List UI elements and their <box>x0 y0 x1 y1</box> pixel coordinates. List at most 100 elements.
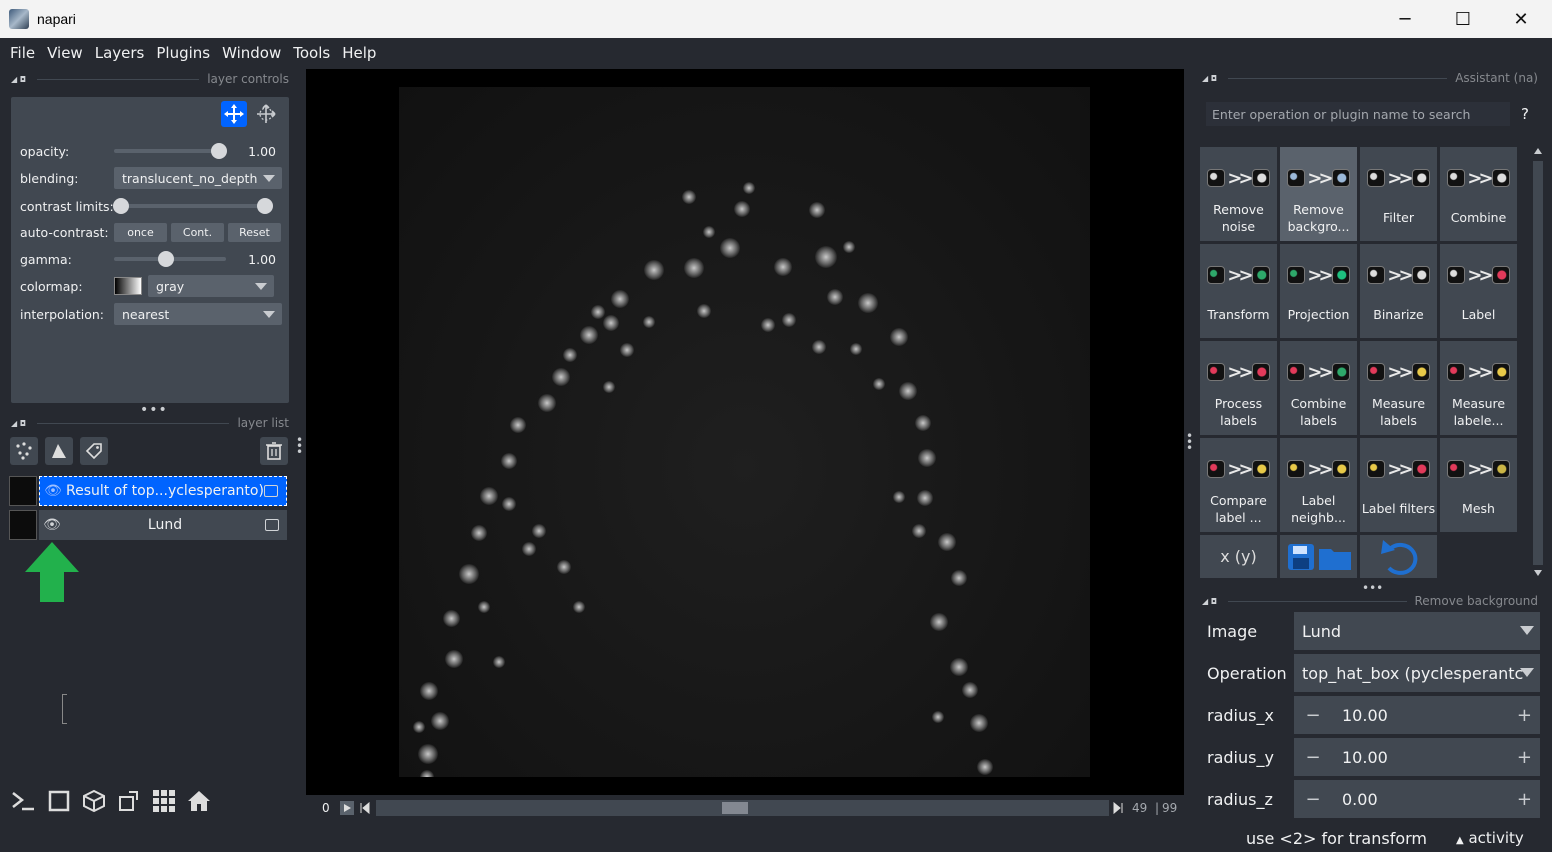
points-icon <box>16 442 32 460</box>
tile-remove-noise[interactable]: >> Remove noise <box>1200 147 1277 241</box>
tile-measure-labele[interactable]: >> Measure labele... <box>1440 341 1517 435</box>
dock-close-icon[interactable]: ◢ ◘ <box>11 75 29 84</box>
opacity-slider-handle[interactable] <box>211 143 227 159</box>
layer-item-lund[interactable]: 👁 Lund <box>9 510 287 540</box>
tile-measure-labels[interactable]: >> Measure labels <box>1360 341 1437 435</box>
auto-contrast-reset-button[interactable]: Reset <box>228 222 281 242</box>
radius-x-value[interactable]: 10.00 <box>1342 706 1388 725</box>
auto-contrast-once-button[interactable]: once <box>114 222 167 242</box>
contrast-limits-slider[interactable] <box>113 198 273 214</box>
step-back-icon[interactable] <box>358 801 372 815</box>
cell-nucleus <box>603 315 619 331</box>
tile-binarize[interactable]: >> Binarize <box>1360 244 1437 338</box>
tile-mesh[interactable]: >> Mesh <box>1440 438 1517 532</box>
colormap-dropdown[interactable]: gray <box>148 275 274 297</box>
dock-close-icon[interactable]: ◢ ◘ <box>11 419 29 428</box>
maximize-button[interactable]: ☐ <box>1434 0 1492 38</box>
radius-x-stepper[interactable]: − 10.00 + <box>1294 696 1540 734</box>
tile-label-neighb[interactable]: >> Label neighb... <box>1280 438 1357 532</box>
menu-help[interactable]: Help <box>336 44 382 62</box>
contrast-min-handle[interactable] <box>113 198 129 214</box>
save-load-button[interactable] <box>1280 535 1357 578</box>
grid-view-button[interactable] <box>149 786 179 816</box>
tile-combine[interactable]: >> Combine <box>1440 147 1517 241</box>
cell-nucleus <box>603 381 615 393</box>
tile-projection[interactable]: >> Projection <box>1280 244 1357 338</box>
reset-view-button[interactable] <box>184 786 214 816</box>
dock-close-icon[interactable]: ◢ ◘ <box>1202 74 1220 83</box>
menu-tools[interactable]: Tools <box>287 44 336 62</box>
dock-resize-handle[interactable]: • • • <box>296 434 303 458</box>
image-canvas[interactable] <box>306 69 1184 795</box>
menu-file[interactable]: File <box>4 44 41 62</box>
code-export-button[interactable]: x (y) <box>1200 535 1277 578</box>
scroll-up-icon[interactable] <box>1534 148 1542 154</box>
roll-dims-button[interactable] <box>79 786 109 816</box>
minimize-button[interactable]: ─ <box>1376 0 1434 38</box>
new-shapes-layer-button[interactable] <box>45 437 73 465</box>
opacity-slider[interactable] <box>114 143 227 159</box>
gamma-slider-handle[interactable] <box>158 251 174 267</box>
dock-close-icon[interactable]: ◢ ◘ <box>1202 597 1220 606</box>
image-dropdown[interactable]: Lund <box>1294 612 1540 650</box>
gamma-slider[interactable] <box>114 251 226 267</box>
menu-view[interactable]: View <box>41 44 89 62</box>
tile-transform[interactable]: >> Transform <box>1200 244 1277 338</box>
menu-layers[interactable]: Layers <box>89 44 151 62</box>
tile-scrollbar[interactable] <box>1530 147 1546 579</box>
decrement-button[interactable]: − <box>1298 705 1328 726</box>
scroll-down-icon[interactable] <box>1534 570 1542 576</box>
radius-y-stepper[interactable]: − 10.00 + <box>1294 738 1540 776</box>
visibility-eye-icon[interactable]: 👁 <box>40 483 66 499</box>
interpolation-dropdown[interactable]: nearest <box>114 303 282 325</box>
tile-filter[interactable]: >> Filter <box>1360 147 1437 241</box>
tile-label-filters[interactable]: >> Label filters <box>1360 438 1437 532</box>
ndisplay-toggle-button[interactable] <box>44 786 74 816</box>
new-points-layer-button[interactable] <box>10 437 38 465</box>
transform-button[interactable] <box>253 101 279 127</box>
blending-dropdown[interactable]: translucent_no_depth <box>114 167 282 189</box>
operation-dropdown[interactable]: top_hat_box (pyclesperantc <box>1294 654 1540 692</box>
auto-contrast-continuous-button[interactable]: Cont. <box>171 222 224 242</box>
tile-combine-labels[interactable]: >> Combine labels <box>1280 341 1357 435</box>
menu-window[interactable]: Window <box>216 44 287 62</box>
menu-plugins[interactable]: Plugins <box>150 44 216 62</box>
delete-layer-button[interactable] <box>260 437 288 465</box>
activity-button[interactable]: ▲ activity <box>1456 829 1524 847</box>
layer-item-body[interactable]: 👁 Result of top...yclesperanto) <box>39 476 287 506</box>
dims-slider-handle[interactable] <box>722 802 748 814</box>
cell-nucleus <box>442 609 460 627</box>
dock-resize-handle[interactable]: • • • <box>1186 430 1193 454</box>
tile-compare-label[interactable]: >> Compare label ... <box>1200 438 1277 532</box>
layer-item-result[interactable]: 👁 Result of top...yclesperanto) <box>9 476 287 506</box>
chevron-down-icon <box>263 311 275 318</box>
dims-current-value[interactable]: 49 <box>1132 801 1147 815</box>
assistant-search-input[interactable]: Enter operation or plugin name to search <box>1206 102 1510 126</box>
tile-process-labels[interactable]: >> Process labels <box>1200 341 1277 435</box>
undo-button[interactable] <box>1360 535 1437 578</box>
transpose-dims-button[interactable] <box>114 786 144 816</box>
tile-label[interactable]: >> Label <box>1440 244 1517 338</box>
microscopy-image[interactable] <box>399 87 1090 777</box>
play-icon[interactable] <box>340 801 354 815</box>
pan-zoom-button[interactable] <box>221 101 247 127</box>
console-button[interactable] <box>8 786 38 816</box>
new-labels-layer-button[interactable] <box>80 437 108 465</box>
radius-y-value[interactable]: 10.00 <box>1342 748 1388 767</box>
decrement-button[interactable]: − <box>1298 789 1328 810</box>
radius-z-stepper[interactable]: − 0.00 + <box>1294 780 1540 818</box>
help-button[interactable]: ? <box>1521 105 1529 123</box>
visibility-eye-icon[interactable]: 👁 <box>39 517 65 533</box>
contrast-max-handle[interactable] <box>257 198 273 214</box>
increment-button[interactable]: + <box>1517 705 1532 726</box>
scrollbar-thumb[interactable] <box>1533 161 1543 565</box>
dims-slider-track[interactable] <box>376 800 1109 816</box>
close-button[interactable]: ✕ <box>1492 0 1550 38</box>
decrement-button[interactable]: − <box>1298 747 1328 768</box>
increment-button[interactable]: + <box>1517 789 1532 810</box>
tile-remove-backgro[interactable]: >> Remove backgro... <box>1280 147 1357 241</box>
increment-button[interactable]: + <box>1517 747 1532 768</box>
step-forward-icon[interactable] <box>1111 801 1125 815</box>
radius-z-value[interactable]: 0.00 <box>1342 790 1378 809</box>
layer-item-body[interactable]: 👁 Lund <box>39 510 287 540</box>
